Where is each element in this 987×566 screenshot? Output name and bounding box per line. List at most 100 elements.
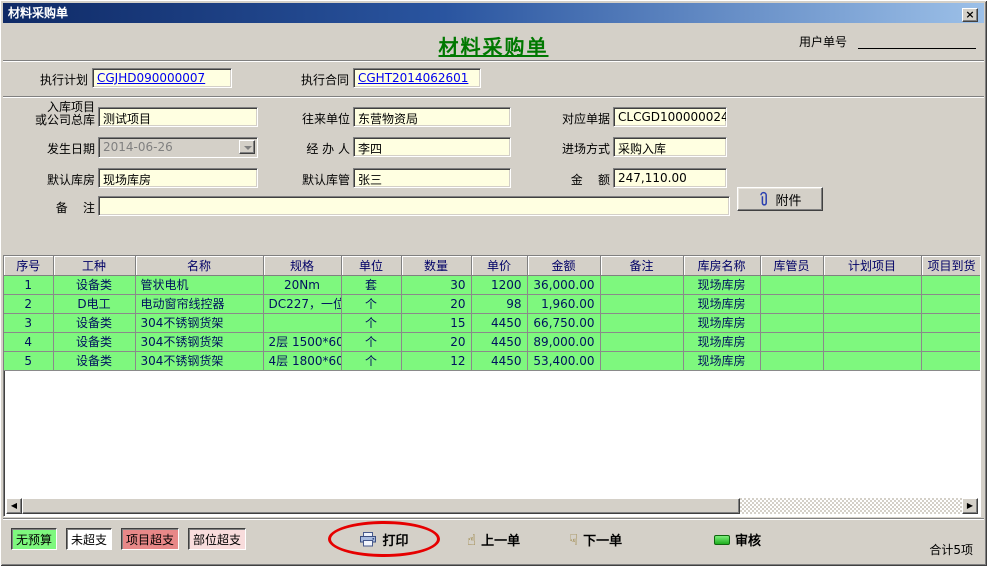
table-cell[interactable]: 设备类 <box>53 275 135 294</box>
table-cell[interactable]: 个 <box>341 332 401 351</box>
table-cell[interactable]: 2 <box>4 294 53 313</box>
default-keeper-label: 默认库管 <box>288 171 350 188</box>
chevron-down-icon[interactable] <box>239 140 255 154</box>
partner-field[interactable]: 东营物资局 <box>353 107 511 127</box>
amount-field[interactable]: 247,110.00 <box>613 168 727 188</box>
table-row[interactable]: 2D电工电动窗帘线控器DC227，一位个20981,960.00 现场库房 <box>4 294 981 313</box>
table-cell[interactable]: 1 <box>4 275 53 294</box>
table-row[interactable]: 3设备类304不锈钢货架 个15445066,750.00 现场库房 <box>4 313 981 332</box>
table-cell[interactable] <box>600 294 683 313</box>
entry-mode-field[interactable]: 采购入库 <box>613 137 727 157</box>
table-cell[interactable]: 4450 <box>471 351 527 370</box>
table-row[interactable]: 1设备类管状电机20Nm套30120036,000.00 现场库房 <box>4 275 981 294</box>
table-cell[interactable]: D电工 <box>53 294 135 313</box>
table-cell[interactable] <box>823 294 921 313</box>
table-cell[interactable] <box>760 313 823 332</box>
table-cell[interactable]: 套 <box>341 275 401 294</box>
date-label: 发生日期 <box>8 140 95 157</box>
table-cell[interactable]: 4层 1800*600› <box>263 351 341 370</box>
next-order-button[interactable]: ☟ 下一单 <box>569 530 622 549</box>
table-cell[interactable] <box>263 313 341 332</box>
table-cell[interactable] <box>600 275 683 294</box>
h-scroll-track[interactable] <box>740 498 962 514</box>
table-cell[interactable]: 12 <box>401 351 471 370</box>
table-cell[interactable]: 管状电机 <box>135 275 263 294</box>
table-cell[interactable]: 304不锈钢货架 <box>135 351 263 370</box>
agent-field[interactable]: 李四 <box>353 137 511 157</box>
table-cell[interactable] <box>823 332 921 351</box>
audit-status[interactable]: 审核 <box>714 530 761 549</box>
table-cell[interactable] <box>921 313 981 332</box>
table-cell[interactable]: 现场库房 <box>683 275 760 294</box>
h-scroll-thumb[interactable] <box>22 498 740 514</box>
scroll-right-button[interactable]: ▶ <box>962 498 978 514</box>
table-cell[interactable]: 4450 <box>471 313 527 332</box>
table-cell[interactable]: 设备类 <box>53 351 135 370</box>
table-cell[interactable]: 现场库房 <box>683 313 760 332</box>
table-cell[interactable] <box>600 313 683 332</box>
table-cell[interactable]: 个 <box>341 294 401 313</box>
table-cell[interactable]: 304不锈钢货架 <box>135 332 263 351</box>
table-cell[interactable]: 设备类 <box>53 313 135 332</box>
table-cell[interactable] <box>760 294 823 313</box>
table-cell[interactable]: 15 <box>401 313 471 332</box>
table-cell[interactable]: 89,000.00 <box>527 332 600 351</box>
table-cell[interactable] <box>760 275 823 294</box>
doc-field[interactable]: CLCGD100000024 <box>613 107 727 127</box>
entry-mode-label: 进场方式 <box>548 140 610 157</box>
column-header: 计划项目 <box>823 256 921 275</box>
table-cell[interactable]: 2层 1500*600› <box>263 332 341 351</box>
table-cell[interactable]: 3 <box>4 313 53 332</box>
table-cell[interactable] <box>823 313 921 332</box>
table-cell[interactable] <box>600 332 683 351</box>
table-cell[interactable]: 1200 <box>471 275 527 294</box>
table-cell[interactable]: 现场库房 <box>683 332 760 351</box>
user-order-no-input[interactable] <box>858 31 976 49</box>
table-cell[interactable]: 20 <box>401 294 471 313</box>
table-cell[interactable]: 现场库房 <box>683 351 760 370</box>
table-cell[interactable] <box>760 351 823 370</box>
table-row[interactable]: 4设备类304不锈钢货架2层 1500*600›个20445089,000.00… <box>4 332 981 351</box>
attachment-button[interactable]: 附件 <box>737 187 823 211</box>
table-cell[interactable]: 个 <box>341 351 401 370</box>
table-cell[interactable]: DC227，一位 <box>263 294 341 313</box>
table-cell[interactable] <box>823 275 921 294</box>
table-row[interactable]: 5设备类304不锈钢货架4层 1800*600›个12445053,400.00… <box>4 351 981 370</box>
table-cell[interactable]: 304不锈钢货架 <box>135 313 263 332</box>
table-cell[interactable]: 5 <box>4 351 53 370</box>
column-header: 库管员 <box>760 256 823 275</box>
table-cell[interactable]: 4450 <box>471 332 527 351</box>
table-cell[interactable]: 电动窗帘线控器 <box>135 294 263 313</box>
table-cell[interactable]: 30 <box>401 275 471 294</box>
table-cell[interactable]: 现场库房 <box>683 294 760 313</box>
table-cell[interactable]: 66,750.00 <box>527 313 600 332</box>
table-cell[interactable]: 98 <box>471 294 527 313</box>
table-cell[interactable]: 4 <box>4 332 53 351</box>
close-button[interactable]: × <box>962 8 978 22</box>
table-cell[interactable] <box>823 351 921 370</box>
table-cell[interactable]: 20 <box>401 332 471 351</box>
table-cell[interactable] <box>921 275 981 294</box>
date-combobox[interactable]: 2014-06-26 <box>98 137 258 158</box>
print-button[interactable]: 打印 <box>359 530 408 549</box>
default-keeper-field[interactable]: 张三 <box>353 168 511 188</box>
previous-order-button[interactable]: ☝ 上一单 <box>467 530 520 549</box>
exec-plan-field[interactable]: CGJHD090000007 <box>92 68 232 88</box>
exec-contract-field[interactable]: CGHT2014062601 <box>353 68 481 88</box>
default-warehouse-field[interactable]: 现场库房 <box>98 168 258 188</box>
table-cell[interactable]: 20Nm <box>263 275 341 294</box>
table-cell[interactable] <box>921 332 981 351</box>
table-cell[interactable]: 1,960.00 <box>527 294 600 313</box>
warehouse-project-field[interactable]: 测试项目 <box>98 107 258 127</box>
scroll-left-button[interactable]: ◀ <box>6 498 22 514</box>
table-cell[interactable]: 36,000.00 <box>527 275 600 294</box>
table-cell[interactable] <box>760 332 823 351</box>
table-cell[interactable]: 个 <box>341 313 401 332</box>
table-cell[interactable] <box>921 294 981 313</box>
partner-label: 往来单位 <box>288 110 350 127</box>
table-cell[interactable] <box>600 351 683 370</box>
remark-field[interactable] <box>98 196 730 216</box>
table-cell[interactable] <box>921 351 981 370</box>
table-cell[interactable]: 53,400.00 <box>527 351 600 370</box>
table-cell[interactable]: 设备类 <box>53 332 135 351</box>
